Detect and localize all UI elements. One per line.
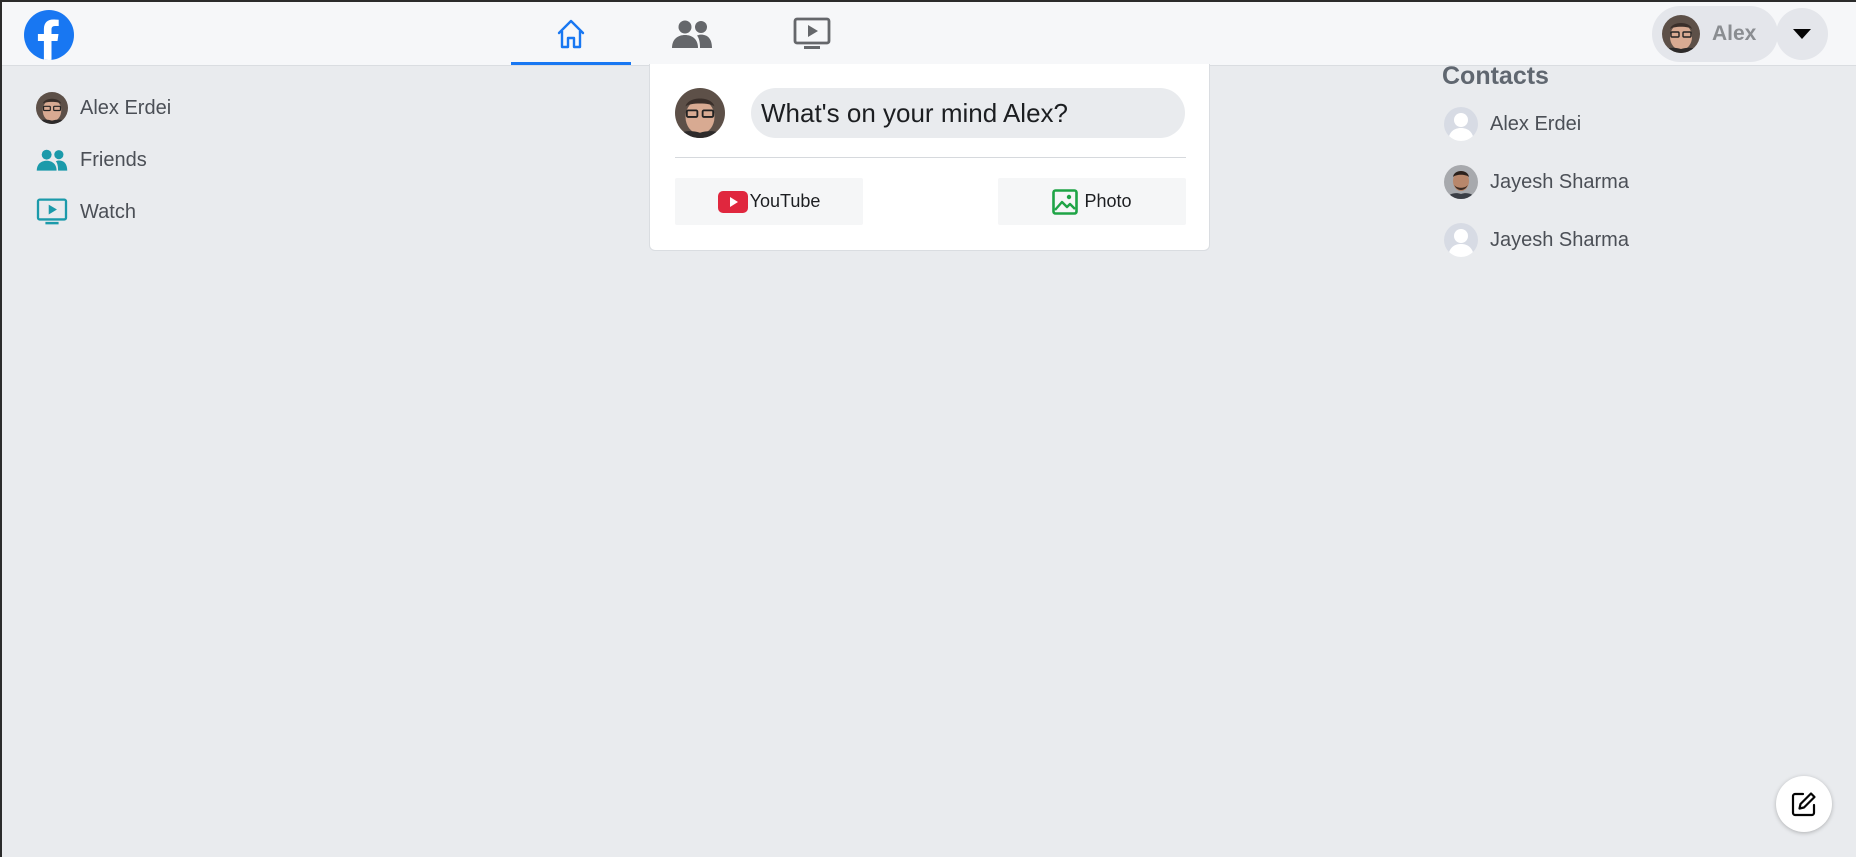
contact-item[interactable]: Alex Erdei [1444, 103, 1629, 145]
youtube-button-label: YouTube [749, 191, 821, 211]
contact-name: Jayesh Sharma [1490, 170, 1629, 193]
sidebar-item-label: Friends [80, 148, 147, 171]
composer-avatar [675, 88, 725, 138]
tab-friends[interactable] [632, 2, 752, 65]
contacts-panel: Contacts Alex Erdei Jayesh Sharma Jayesh… [1442, 62, 1629, 277]
tab-home[interactable] [511, 2, 631, 65]
post-input[interactable] [751, 88, 1185, 138]
edit-icon [1791, 792, 1816, 817]
sidebar-item-label: Watch [80, 200, 136, 223]
user-profile-chip[interactable]: Alex [1652, 6, 1778, 62]
post-composer: YouTube Photo [649, 64, 1210, 251]
avatar [36, 92, 68, 124]
left-sidebar: Alex Erdei Friends Watch [36, 88, 171, 244]
photo-icon [1052, 188, 1079, 215]
contacts-title: Contacts [1442, 62, 1549, 90]
youtube-icon [717, 190, 748, 213]
user-avatar [1662, 15, 1700, 53]
default-avatar-icon [1444, 107, 1478, 141]
contact-name: Jayesh Sharma [1490, 228, 1629, 251]
sidebar-item-profile[interactable]: Alex Erdei [36, 88, 171, 128]
sidebar-item-watch[interactable]: Watch [36, 192, 171, 232]
friends-icon [36, 149, 68, 171]
caret-down-icon [1793, 29, 1811, 39]
default-avatar-icon [1444, 223, 1478, 257]
composer-divider [675, 157, 1186, 158]
contact-item[interactable]: Jayesh Sharma [1444, 161, 1629, 203]
user-name: Alex [1712, 22, 1757, 45]
contact-item[interactable]: Jayesh Sharma [1444, 219, 1629, 261]
photo-button-label: Photo [1084, 191, 1132, 211]
new-message-button[interactable] [1776, 776, 1832, 832]
photo-button[interactable]: Photo [998, 178, 1186, 225]
watch-icon [793, 17, 831, 49]
youtube-button[interactable]: YouTube [675, 178, 863, 225]
top-navigation-bar: Alex [2, 2, 1856, 66]
contact-name: Alex Erdei [1490, 112, 1582, 135]
tab-watch[interactable] [752, 2, 872, 65]
home-icon [557, 19, 585, 48]
account-menu-button[interactable] [1776, 8, 1828, 60]
sidebar-item-friends[interactable]: Friends [36, 140, 171, 180]
watch-icon [36, 198, 68, 225]
facebook-logo-icon[interactable] [24, 10, 74, 60]
friends-icon [672, 20, 712, 48]
contact-avatar [1444, 165, 1478, 199]
sidebar-item-label: Alex Erdei [80, 96, 172, 119]
